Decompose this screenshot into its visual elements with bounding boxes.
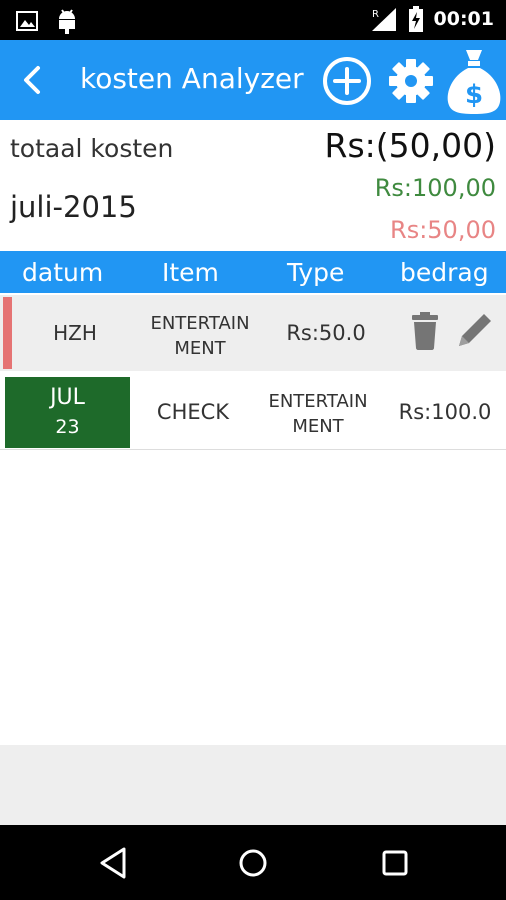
money-bag-icon[interactable]: $: [444, 46, 504, 116]
nav-recents-icon[interactable]: [375, 843, 415, 883]
expense-value: Rs:50,00: [390, 216, 496, 244]
column-header-type: Type: [287, 258, 345, 287]
nav-home-icon[interactable]: [233, 843, 273, 883]
income-value: Rs:100,00: [374, 174, 496, 202]
row-item: CHECK: [156, 400, 230, 424]
total-value: Rs:(50,00): [324, 126, 496, 165]
status-time: 00:01: [433, 8, 494, 30]
signal-icon: R: [371, 8, 396, 31]
battery-icon: [408, 6, 423, 32]
table-header: datum Item Type bedrag: [0, 251, 506, 293]
navigation-bar: [0, 825, 506, 900]
row-type-line1: ENTERTAIN: [150, 313, 250, 334]
app-title: kosten Analyzer: [80, 62, 304, 95]
row-amount: Rs:50.0: [286, 321, 366, 345]
footer-area: [0, 745, 506, 825]
table-row[interactable]: HZH ENTERTAIN MENT Rs:50.0: [0, 295, 506, 371]
image-icon: [16, 11, 38, 31]
column-header-date: datum: [22, 258, 104, 287]
row-type: ENTERTAIN MENT: [252, 389, 384, 439]
add-icon[interactable]: [322, 56, 372, 106]
status-right: R 00:01: [370, 6, 494, 32]
summary-panel: totaal kosten juli-2015 Rs:(50,00) Rs:10…: [0, 120, 506, 250]
status-bar: R 00:01: [0, 0, 506, 40]
row-marker: [3, 297, 12, 369]
row-item: HZH: [53, 321, 97, 345]
total-label: totaal kosten: [10, 134, 174, 163]
column-header-item: Item: [162, 258, 219, 287]
date-badge: JUL 23: [5, 377, 130, 448]
android-icon: [59, 9, 75, 34]
app-bar: kosten Analyzer $: [0, 40, 506, 120]
svg-text:$: $: [465, 80, 483, 110]
column-header-amount: bedrag: [400, 258, 489, 287]
month-label: juli-2015: [10, 190, 137, 224]
signal-badge: R: [372, 9, 379, 20]
nav-back-icon[interactable]: [94, 843, 134, 883]
row-type: ENTERTAIN MENT: [132, 311, 268, 361]
gear-icon[interactable]: [388, 58, 434, 104]
row-amount: Rs:100.0: [398, 400, 492, 424]
row-type-line2: MENT: [174, 338, 226, 359]
status-left: [16, 8, 78, 34]
pencil-icon[interactable]: [453, 308, 497, 352]
back-icon[interactable]: [14, 60, 50, 100]
row-type-line1: ENTERTAIN: [268, 391, 368, 412]
table-row[interactable]: JUL 23 CHECK ENTERTAIN MENT Rs:100.0: [0, 374, 506, 450]
trash-icon[interactable]: [408, 311, 442, 351]
date-month: JUL: [50, 385, 85, 410]
date-day: 23: [55, 416, 80, 438]
row-type-line2: MENT: [292, 416, 344, 437]
